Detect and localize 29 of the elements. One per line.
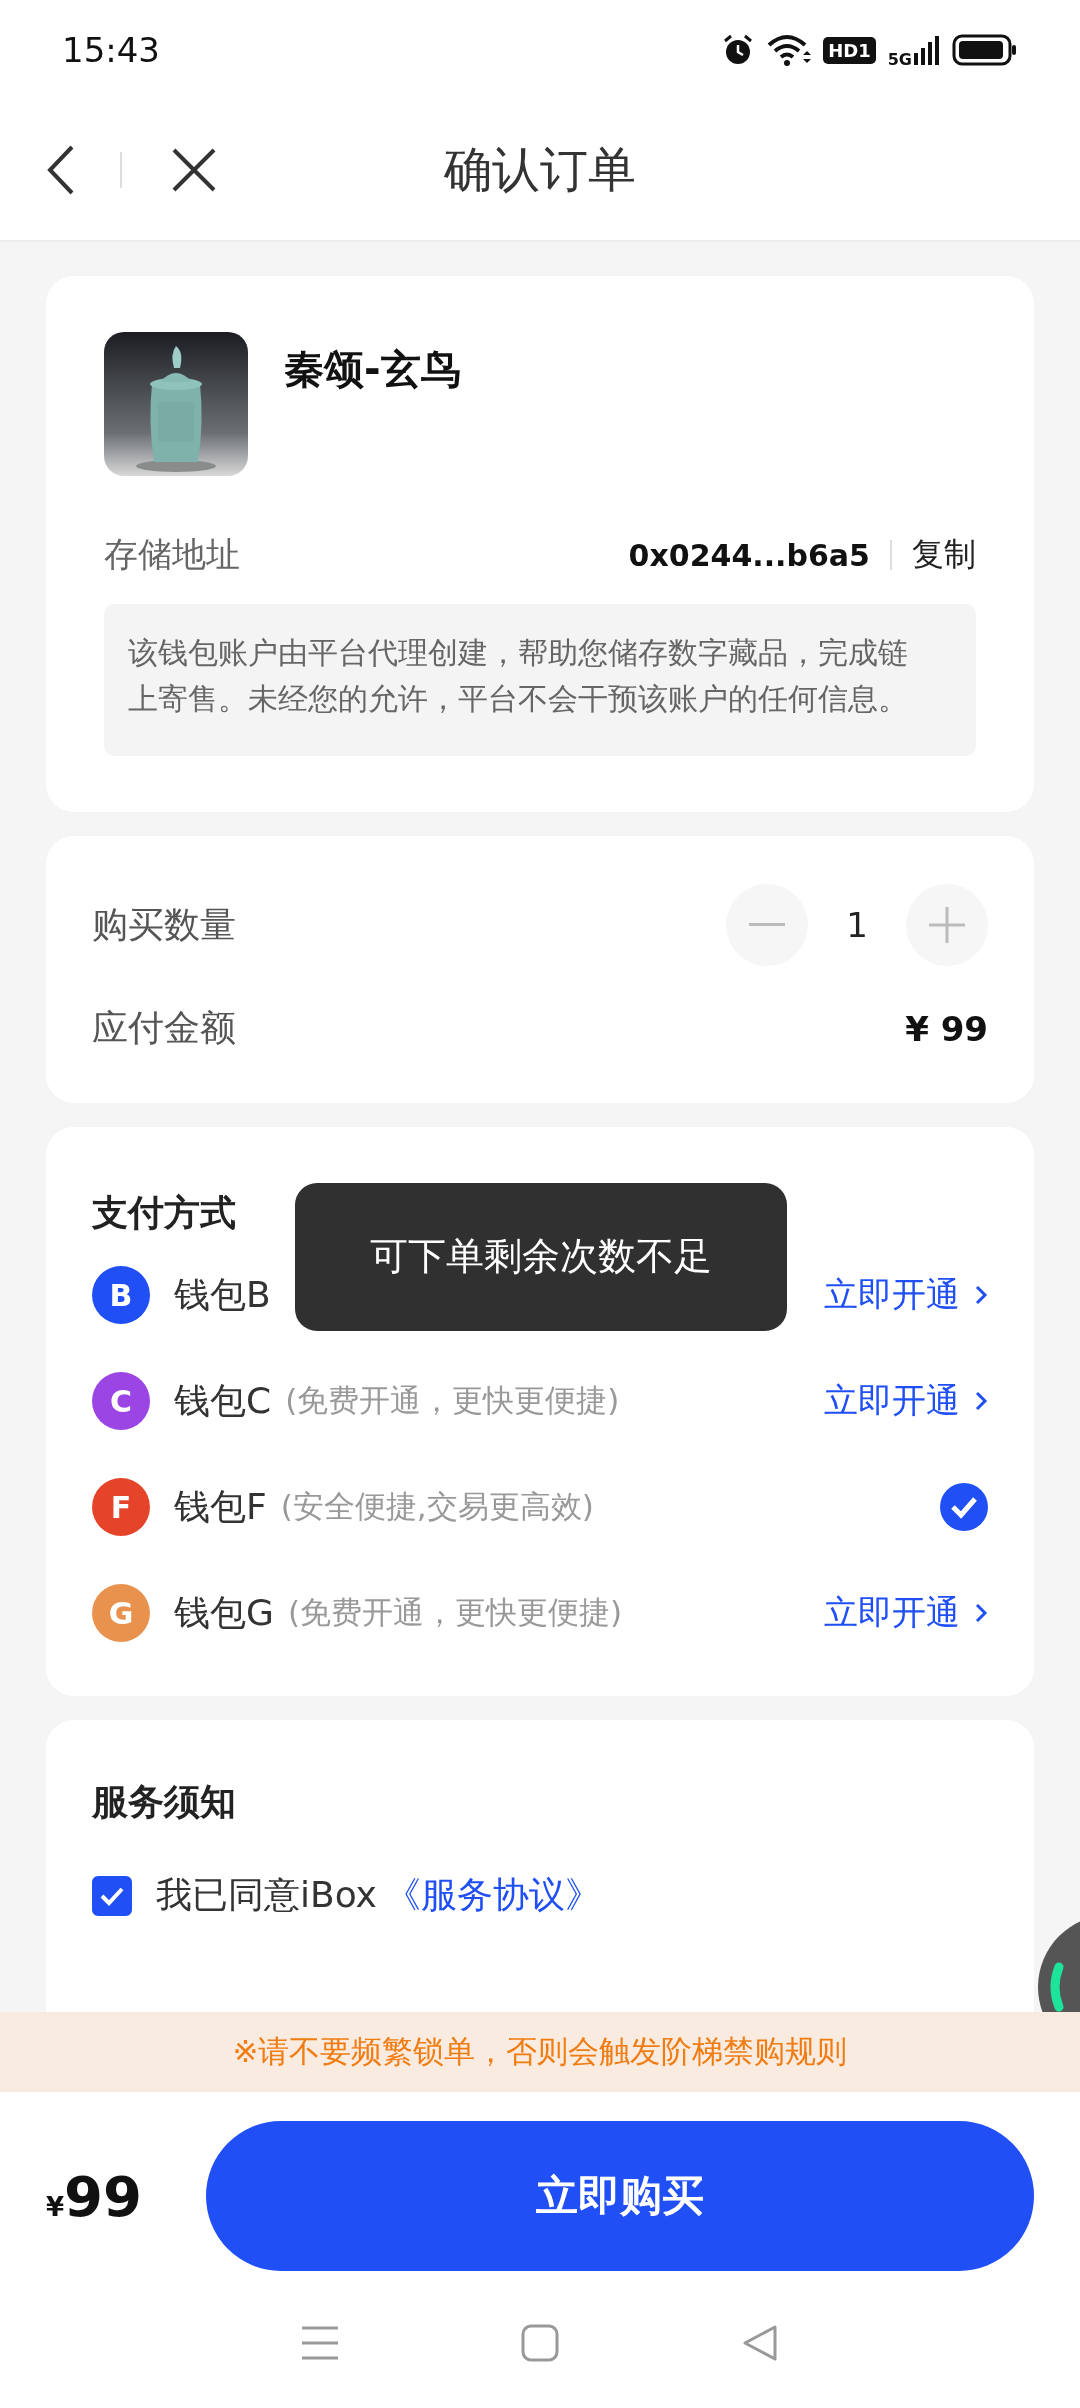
wallet-letter-icon: C <box>92 1372 150 1430</box>
wallet-name: 钱包G <box>174 1590 274 1635</box>
wallet-name: 钱包F <box>174 1484 267 1529</box>
network-label: 5G <box>887 49 912 69</box>
wallet-description: (安全便捷,交易更高效) <box>280 1487 594 1526</box>
service-title: 服务须知 <box>92 1781 236 1822</box>
address-label: 存储地址 <box>104 533 240 576</box>
wallet-letter-icon: G <box>92 1584 150 1642</box>
wallet-letter-icon: B <box>92 1266 150 1324</box>
quantity-value: 1 <box>846 905 868 945</box>
wallet-name: 钱包B <box>174 1272 271 1317</box>
hd-badge: HD1 <box>823 36 876 64</box>
wallet-letter-icon: F <box>92 1478 150 1536</box>
quantity-label: 购买数量 <box>92 902 236 947</box>
agree-text: 我已同意iBox <box>156 1873 377 1917</box>
amount-value: ¥ 99 <box>905 1008 988 1049</box>
wallet-name: 钱包C <box>174 1378 272 1423</box>
wallet-description: (免费开通，更快更便捷) <box>285 1381 620 1420</box>
wallet-note: 该钱包账户由平台代理创建，帮助您储存数字藏品，完成链上寄售。未经您的允许，平台不会干预该账户的任何信息。 <box>104 604 976 756</box>
amount-label: 应付金额 <box>92 1006 236 1050</box>
toast: 可下单剩余次数不足 <box>295 1183 787 1331</box>
wallet-address: 0x0244...b6a5 <box>628 537 870 573</box>
total-price: ¥99 <box>46 2163 143 2229</box>
payment-title: 支付方式 <box>92 1191 237 1235</box>
product-name: 秦颂-玄鸟 <box>284 345 461 394</box>
page-title: 确认订单 <box>444 140 636 199</box>
warning-banner: ※请不要频繁锁单，否则会触发阶梯禁购规则 <box>0 2012 1080 2092</box>
wallet-description: (免费开通，更快更便捷) <box>287 1593 623 1632</box>
status-time: 15:43 <box>62 30 160 70</box>
